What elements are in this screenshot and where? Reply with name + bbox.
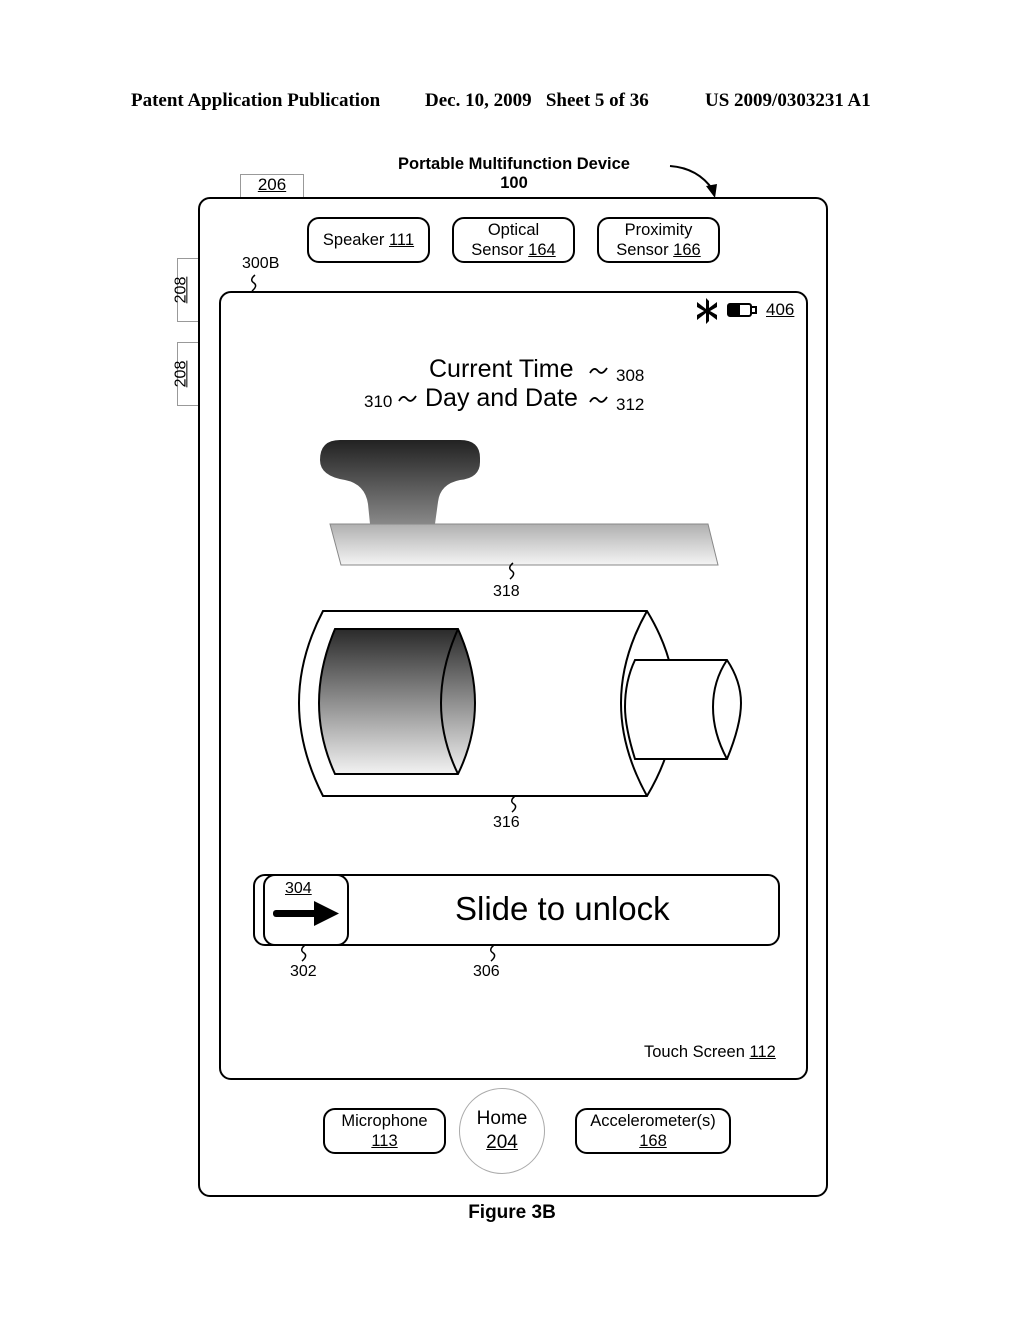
day-and-date: Day and Date [425,384,578,412]
microphone-ref: 113 [371,1132,398,1150]
leader-squiggle-icon [301,944,307,962]
leader-squiggle-icon [509,562,515,580]
day-date-ref-right: 312 [616,395,645,414]
leader-squiggle-icon [589,367,608,374]
screen-ref-label: 300B [242,255,280,272]
accelerometer-ref: 168 [639,1132,667,1150]
side-button-208-upper[interactable]: 208 [172,258,199,322]
optical-sensor-ref: 164 [528,241,556,259]
optical-sensor-component: Optical Sensor 164 [452,217,575,263]
optical-sensor-label: Optical [487,221,540,239]
speaker-component: Speaker 111 [307,217,430,263]
proximity-sensor-component: Proximity Sensor 166 [597,217,720,263]
proximity-sensor-label: Proximity [624,221,693,239]
current-time: Current Time [429,355,574,383]
unlock-track-ref: 306 [473,963,500,980]
side-button-208-lower[interactable]: 208 [172,342,199,406]
home-button[interactable]: Home 204 [459,1088,545,1174]
bluetooth-icon [697,298,717,324]
top-button-206[interactable]: 206 [240,174,304,198]
figure-caption: Figure 3B [468,1202,556,1223]
unlock-handle[interactable]: 304 [263,874,349,946]
charger-image [320,440,719,566]
leader-squiggle-icon [251,274,257,292]
leader-squiggle-icon [398,395,417,402]
slide-to-unlock-label: Slide to unlock [455,890,670,927]
side-button-ref: 208 [172,360,190,388]
publication-label: Patent Application Publication [131,90,381,111]
device-pointer-arrow-icon [669,165,717,198]
device-title-text: Portable Multifunction Device [398,155,630,173]
speaker-label: Speaker [322,231,385,249]
microphone-component: Microphone 113 [323,1108,446,1154]
unlock-handle-ref: 304 [285,880,312,897]
top-button-ref: 206 [257,175,287,194]
battery-icon [727,303,757,317]
speaker-ref: 111 [388,231,415,249]
side-button-ref: 208 [172,276,190,304]
charger-image-ref: 318 [493,583,520,600]
unlock-image-ref: 302 [290,963,317,980]
current-time-ref: 308 [616,366,645,385]
battery-image [297,610,743,797]
proximity-sensor-ref: 166 [673,241,701,259]
status-bar-ref: 406 [766,300,795,319]
accelerometer-component: Accelerometer(s) 168 [575,1108,731,1154]
proximity-sensor-label2: Sensor [616,241,669,259]
microphone-label: Microphone [341,1112,428,1130]
device-ref: 100 [500,174,528,192]
touch-screen-ref: 112 [749,1043,776,1061]
date-sheet-label: Dec. 10, 2009 Sheet 5 of 36 [425,90,649,111]
optical-sensor-label2: Sensor [471,241,524,259]
arrow-right-icon [273,901,339,926]
touch-screen-label-text: Touch Screen [644,1043,745,1061]
accelerometer-label: Accelerometer(s) [590,1112,716,1130]
home-label: Home [476,1108,528,1129]
leader-squiggle-icon [490,944,496,962]
device-title: Portable Multifunction Device 100 [360,155,668,193]
battery-image-ref: 316 [493,814,520,831]
leader-squiggle-icon [589,396,608,403]
touch-screen-label: Touch Screen 112 [644,1043,776,1062]
leader-squiggle-icon [511,795,517,813]
patent-number-label: US 2009/0303231 A1 [705,90,871,111]
home-ref: 204 [486,1132,518,1153]
day-date-ref-left: 310 [364,392,393,411]
